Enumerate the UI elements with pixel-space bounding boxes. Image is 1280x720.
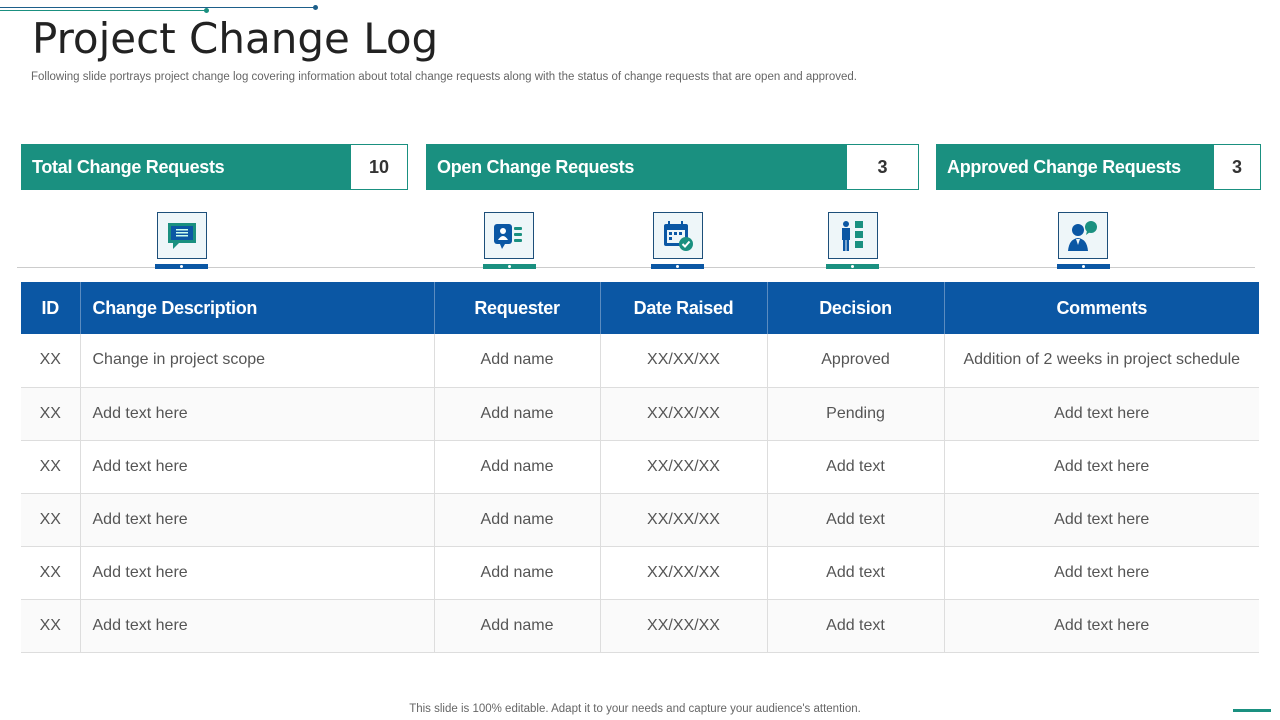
card-label: Open Change Requests [427, 157, 847, 178]
cell-requester: Add name [434, 440, 600, 493]
chat-message-icon [157, 212, 207, 259]
col-requester: Requester [434, 282, 600, 334]
table-row: XXAdd text hereAdd nameXX/XX/XXAdd textA… [21, 440, 1259, 493]
cell-comments: Add text here [944, 546, 1259, 599]
cell-comments: Add text here [944, 493, 1259, 546]
cell-date: XX/XX/XX [600, 546, 767, 599]
cell-date: XX/XX/XX [600, 387, 767, 440]
cell-comments: Addition of 2 weeks in project schedule [944, 334, 1259, 387]
icon-marker [483, 264, 536, 269]
cell-id: XX [21, 546, 80, 599]
subtitle: Following slide portrays project change … [31, 71, 857, 83]
contact-card-icon [484, 212, 534, 259]
decor-line [0, 10, 206, 11]
cell-id: XX [21, 599, 80, 652]
footer-note: This slide is 100% editable. Adapt it to… [0, 703, 1270, 715]
cell-date: XX/XX/XX [600, 493, 767, 546]
cell-comments: Add text here [944, 440, 1259, 493]
cell-decision: Add text [767, 493, 944, 546]
card-total: Total Change Requests 10 [21, 144, 408, 190]
cell-description: Add text here [80, 599, 434, 652]
table-row: XXChange in project scopeAdd nameXX/XX/X… [21, 334, 1259, 387]
table-header: ID Change Description Requester Date Rai… [21, 282, 1259, 334]
cell-description: Add text here [80, 387, 434, 440]
cell-description: Add text here [80, 546, 434, 599]
cell-description: Add text here [80, 493, 434, 546]
decor-bar [1233, 709, 1271, 712]
table-row: XXAdd text hereAdd nameXX/XX/XXAdd textA… [21, 546, 1259, 599]
cell-id: XX [21, 440, 80, 493]
cell-id: XX [21, 387, 80, 440]
card-approved: Approved Change Requests 3 [936, 144, 1261, 190]
person-speech-icon [1058, 212, 1108, 259]
cell-comments: Add text here [944, 599, 1259, 652]
table-row: XXAdd text hereAdd nameXX/XX/XXAdd textA… [21, 493, 1259, 546]
card-label: Approved Change Requests [937, 157, 1214, 178]
calendar-check-icon [653, 212, 703, 259]
col-comments: Comments [944, 282, 1259, 334]
card-value: 3 [1214, 145, 1260, 189]
card-open: Open Change Requests 3 [426, 144, 919, 190]
cell-decision: Add text [767, 599, 944, 652]
cell-requester: Add name [434, 599, 600, 652]
cell-date: XX/XX/XX [600, 440, 767, 493]
person-checklist-icon [828, 212, 878, 259]
cell-requester: Add name [434, 493, 600, 546]
decor-line [0, 7, 315, 8]
cell-date: XX/XX/XX [600, 599, 767, 652]
cell-id: XX [21, 334, 80, 387]
table-row: XXAdd text hereAdd nameXX/XX/XXAdd textA… [21, 599, 1259, 652]
cell-description: Change in project scope [80, 334, 434, 387]
page-title: Project Change Log [32, 14, 438, 63]
cell-decision: Approved [767, 334, 944, 387]
cell-decision: Pending [767, 387, 944, 440]
icon-marker [651, 264, 704, 269]
card-value: 10 [351, 145, 407, 189]
cell-id: XX [21, 493, 80, 546]
cell-comments: Add text here [944, 387, 1259, 440]
icon-marker [1057, 264, 1110, 269]
col-description: Change Description [80, 282, 434, 334]
decor-dot [313, 5, 318, 10]
col-date: Date Raised [600, 282, 767, 334]
cell-description: Add text here [80, 440, 434, 493]
cell-requester: Add name [434, 334, 600, 387]
table-row: XXAdd text hereAdd nameXX/XX/XXPendingAd… [21, 387, 1259, 440]
decor-dot [204, 8, 209, 13]
icon-marker [826, 264, 879, 269]
cell-requester: Add name [434, 387, 600, 440]
change-log-table: ID Change Description Requester Date Rai… [21, 282, 1259, 653]
cell-date: XX/XX/XX [600, 334, 767, 387]
cell-requester: Add name [434, 546, 600, 599]
col-id: ID [21, 282, 80, 334]
cell-decision: Add text [767, 440, 944, 493]
card-label: Total Change Requests [22, 157, 351, 178]
col-decision: Decision [767, 282, 944, 334]
cell-decision: Add text [767, 546, 944, 599]
icon-marker [155, 264, 208, 269]
card-value: 3 [847, 145, 918, 189]
